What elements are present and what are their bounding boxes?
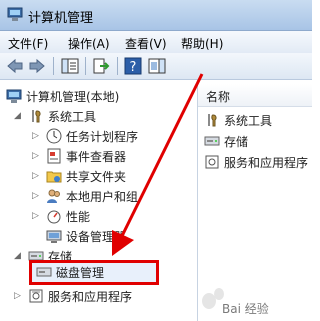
red-annotation-arrow (112, 73, 204, 256)
watermark-text: Bai 经验 (222, 302, 269, 316)
computer-management-window: 计算机管理 文件(F) 操作(A) 查看(V) 帮助(H) ? 计算机管理(本地… (0, 0, 312, 321)
